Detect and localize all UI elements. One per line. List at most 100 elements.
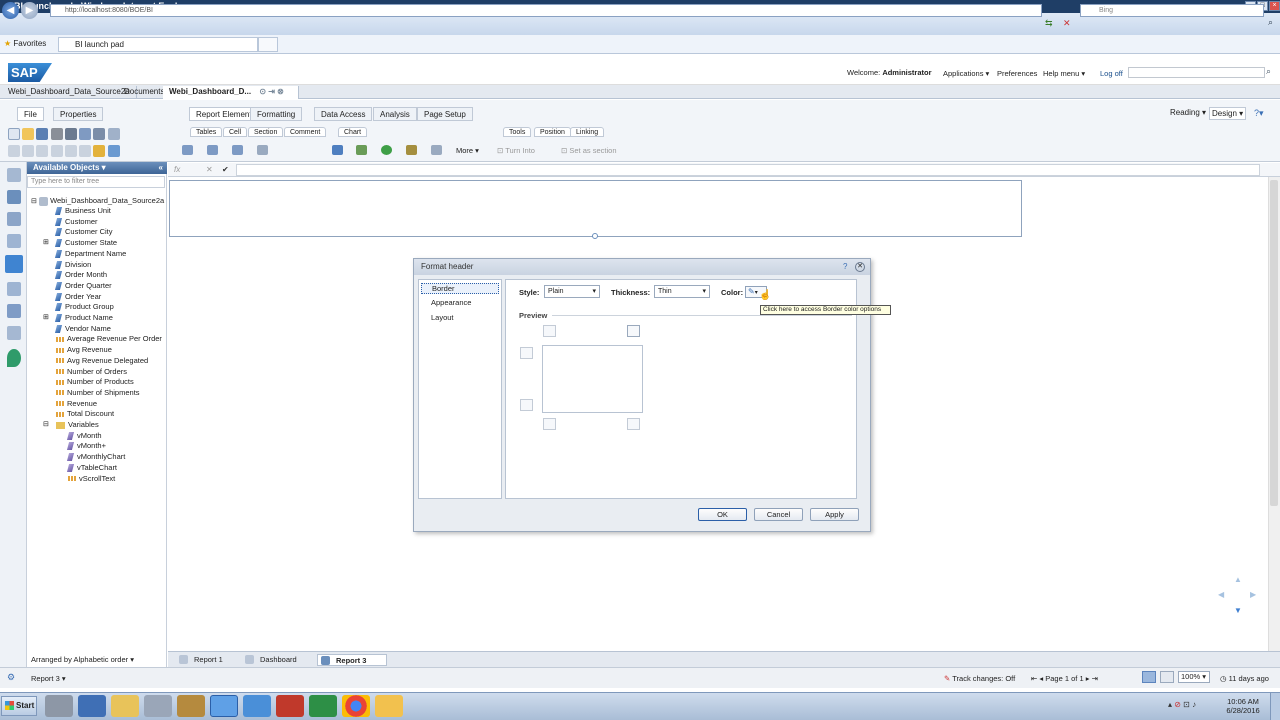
page-navigator[interactable]: ⇤ ◂ Page 1 of 1 ▸ ⇥ <box>1031 674 1098 683</box>
tree-item-measure[interactable]: Revenue <box>56 399 97 410</box>
dialog-help-icon[interactable]: ? <box>843 262 847 271</box>
more-button[interactable]: More ▾ <box>456 146 479 155</box>
print-icon[interactable] <box>50 128 63 140</box>
excel-icon[interactable] <box>309 695 337 717</box>
document-structure-icon[interactable] <box>7 282 21 296</box>
outline-icon[interactable] <box>7 326 21 340</box>
app-icon-blue[interactable] <box>243 695 271 717</box>
forward-button[interactable]: ▶ <box>21 2 38 19</box>
sap-search-icon[interactable]: ⌕ <box>1266 66 1271 77</box>
tree-item-variable[interactable]: vScrollText <box>68 474 115 485</box>
point-chart-icon[interactable] <box>406 145 417 155</box>
search-input[interactable]: Bing <box>1080 4 1264 17</box>
tab-page-setup[interactable]: Page Setup <box>417 107 473 121</box>
pan-right-icon[interactable]: ▶ <box>1250 590 1256 599</box>
remote-desktop-icon[interactable] <box>144 695 172 717</box>
validate-formula-icon[interactable]: ✔ <box>222 165 229 174</box>
dialog-close-icon[interactable]: ✕ <box>855 262 865 272</box>
copy-icon[interactable] <box>50 145 63 157</box>
tab-file[interactable]: File <box>17 107 44 121</box>
clock[interactable]: 10:06 AM 6/28/2016 <box>1226 697 1260 715</box>
collapse-panel-icon[interactable]: « <box>159 162 163 173</box>
tree-item-dimension[interactable]: ⊞ Product Name <box>43 313 113 324</box>
subtab-cell[interactable]: Cell <box>223 127 248 137</box>
tree-item-measure[interactable]: Number of Products <box>56 377 134 388</box>
pan-up-icon[interactable]: ▲ <box>1234 575 1242 584</box>
border-all-button[interactable] <box>627 325 640 337</box>
expander-icon[interactable]: ⊟ <box>43 420 49 430</box>
show-desktop-button[interactable] <box>1270 693 1280 720</box>
tree-item-measure[interactable]: Total Discount <box>56 409 114 420</box>
stop-icon[interactable]: ✕ <box>1063 18 1073 28</box>
refresh-icon[interactable]: ⇆ <box>1045 18 1055 28</box>
address-bar[interactable]: http://localhost:8080/BOE/BI <box>50 4 1042 17</box>
available-objects-icon[interactable] <box>5 255 23 273</box>
new-doc-icon[interactable] <box>8 128 20 140</box>
cancel-formula-icon[interactable]: ✕ <box>206 165 213 174</box>
pie-chart-icon[interactable] <box>381 145 392 155</box>
thickness-select[interactable]: Thin ▾ <box>654 285 710 298</box>
ok-button[interactable]: OK <box>698 508 747 521</box>
fx-icon[interactable]: fx <box>174 165 180 174</box>
start-button[interactable]: Start <box>1 696 37 716</box>
subtab-tables[interactable]: Tables <box>190 127 223 137</box>
track-changes[interactable]: ✎ Track changes: Off <box>944 674 1015 683</box>
tree-item-dimension[interactable]: ⊞ Customer State <box>43 238 117 249</box>
style-select[interactable]: Plain ▾ <box>544 285 600 298</box>
border-middle-button[interactable] <box>543 418 556 430</box>
document-summary-icon[interactable] <box>7 168 21 182</box>
formula-input[interactable] <box>236 164 1260 176</box>
open-folder-icon[interactable] <box>22 128 35 140</box>
input-controls-icon[interactable] <box>7 212 21 226</box>
tab-data-access[interactable]: Data Access <box>314 107 373 121</box>
help-icon[interactable]: ?▾ <box>1254 108 1264 119</box>
undo-icon[interactable] <box>8 145 20 157</box>
favorites-button[interactable]: ★ Favorites <box>4 39 46 48</box>
report-header-cell[interactable] <box>169 180 1022 237</box>
zoom-select[interactable]: 100% ▾ <box>1178 671 1210 683</box>
tree-item-variable[interactable]: vTableChart <box>66 463 117 474</box>
link-log-off[interactable]: Log off <box>1100 69 1123 78</box>
link-preferences[interactable]: Preferences <box>997 69 1037 78</box>
expander-icon[interactable]: ⊞ <box>43 238 49 248</box>
tab-properties[interactable]: Properties <box>53 107 104 121</box>
nav-border[interactable]: Border <box>421 283 499 294</box>
find-icon[interactable] <box>64 128 77 140</box>
powershell-icon[interactable] <box>78 695 106 717</box>
tree-item-measure[interactable]: Number of Shipments <box>56 388 140 399</box>
save-icon[interactable] <box>36 128 49 140</box>
border-left-button[interactable] <box>520 347 533 359</box>
report-map-icon[interactable] <box>7 190 21 204</box>
export-icon[interactable] <box>93 128 106 140</box>
tree-item-measure[interactable]: Average Revenue Per Order <box>56 334 162 345</box>
paste-icon[interactable] <box>64 145 77 157</box>
tools-icon[interactable] <box>177 695 205 717</box>
border-bottom-button[interactable] <box>520 399 533 411</box>
table-icon[interactable] <box>182 145 193 155</box>
search-icon[interactable]: ⌕ <box>1268 17 1273 28</box>
subtab-linking[interactable]: Linking <box>570 127 605 137</box>
subtab-position[interactable]: Position <box>534 127 571 137</box>
arranged-by-dropdown[interactable]: Arranged by Alphabetic order ▾ <box>31 655 134 664</box>
cut-icon[interactable] <box>36 145 49 157</box>
crosstab-icon[interactable] <box>207 145 218 155</box>
turn-into-button[interactable]: ⊡ Turn Into <box>497 146 535 155</box>
mode-design[interactable]: Design ▾ <box>1209 107 1247 120</box>
app-icon-red[interactable] <box>276 695 304 717</box>
internet-explorer-icon[interactable] <box>210 695 238 717</box>
refresh-data-icon[interactable] <box>93 145 106 157</box>
current-report-dropdown[interactable]: Report 3 ▾ <box>31 674 66 683</box>
free-cell-icon[interactable] <box>257 145 268 155</box>
tree-item-dimension[interactable]: Order Month <box>54 270 107 281</box>
track-icon[interactable] <box>79 128 92 140</box>
tree-item-dimension[interactable]: Customer City <box>54 227 113 238</box>
tree-item-dimension[interactable]: Order Quarter <box>54 281 112 292</box>
tree-item-dimension[interactable]: Customer <box>54 217 98 228</box>
quick-display-icon[interactable] <box>1160 671 1174 683</box>
chrome-icon[interactable] <box>342 695 370 717</box>
nav-appearance[interactable]: Appearance <box>421 298 499 309</box>
tree-item-variable[interactable]: vMonthlyChart <box>66 452 125 463</box>
pin-icon[interactable]: ⊙ ⇥ ⊗ <box>259 87 284 96</box>
tree-item-dimension[interactable]: Product Group <box>54 302 114 313</box>
web-service-icon[interactable] <box>7 234 21 248</box>
